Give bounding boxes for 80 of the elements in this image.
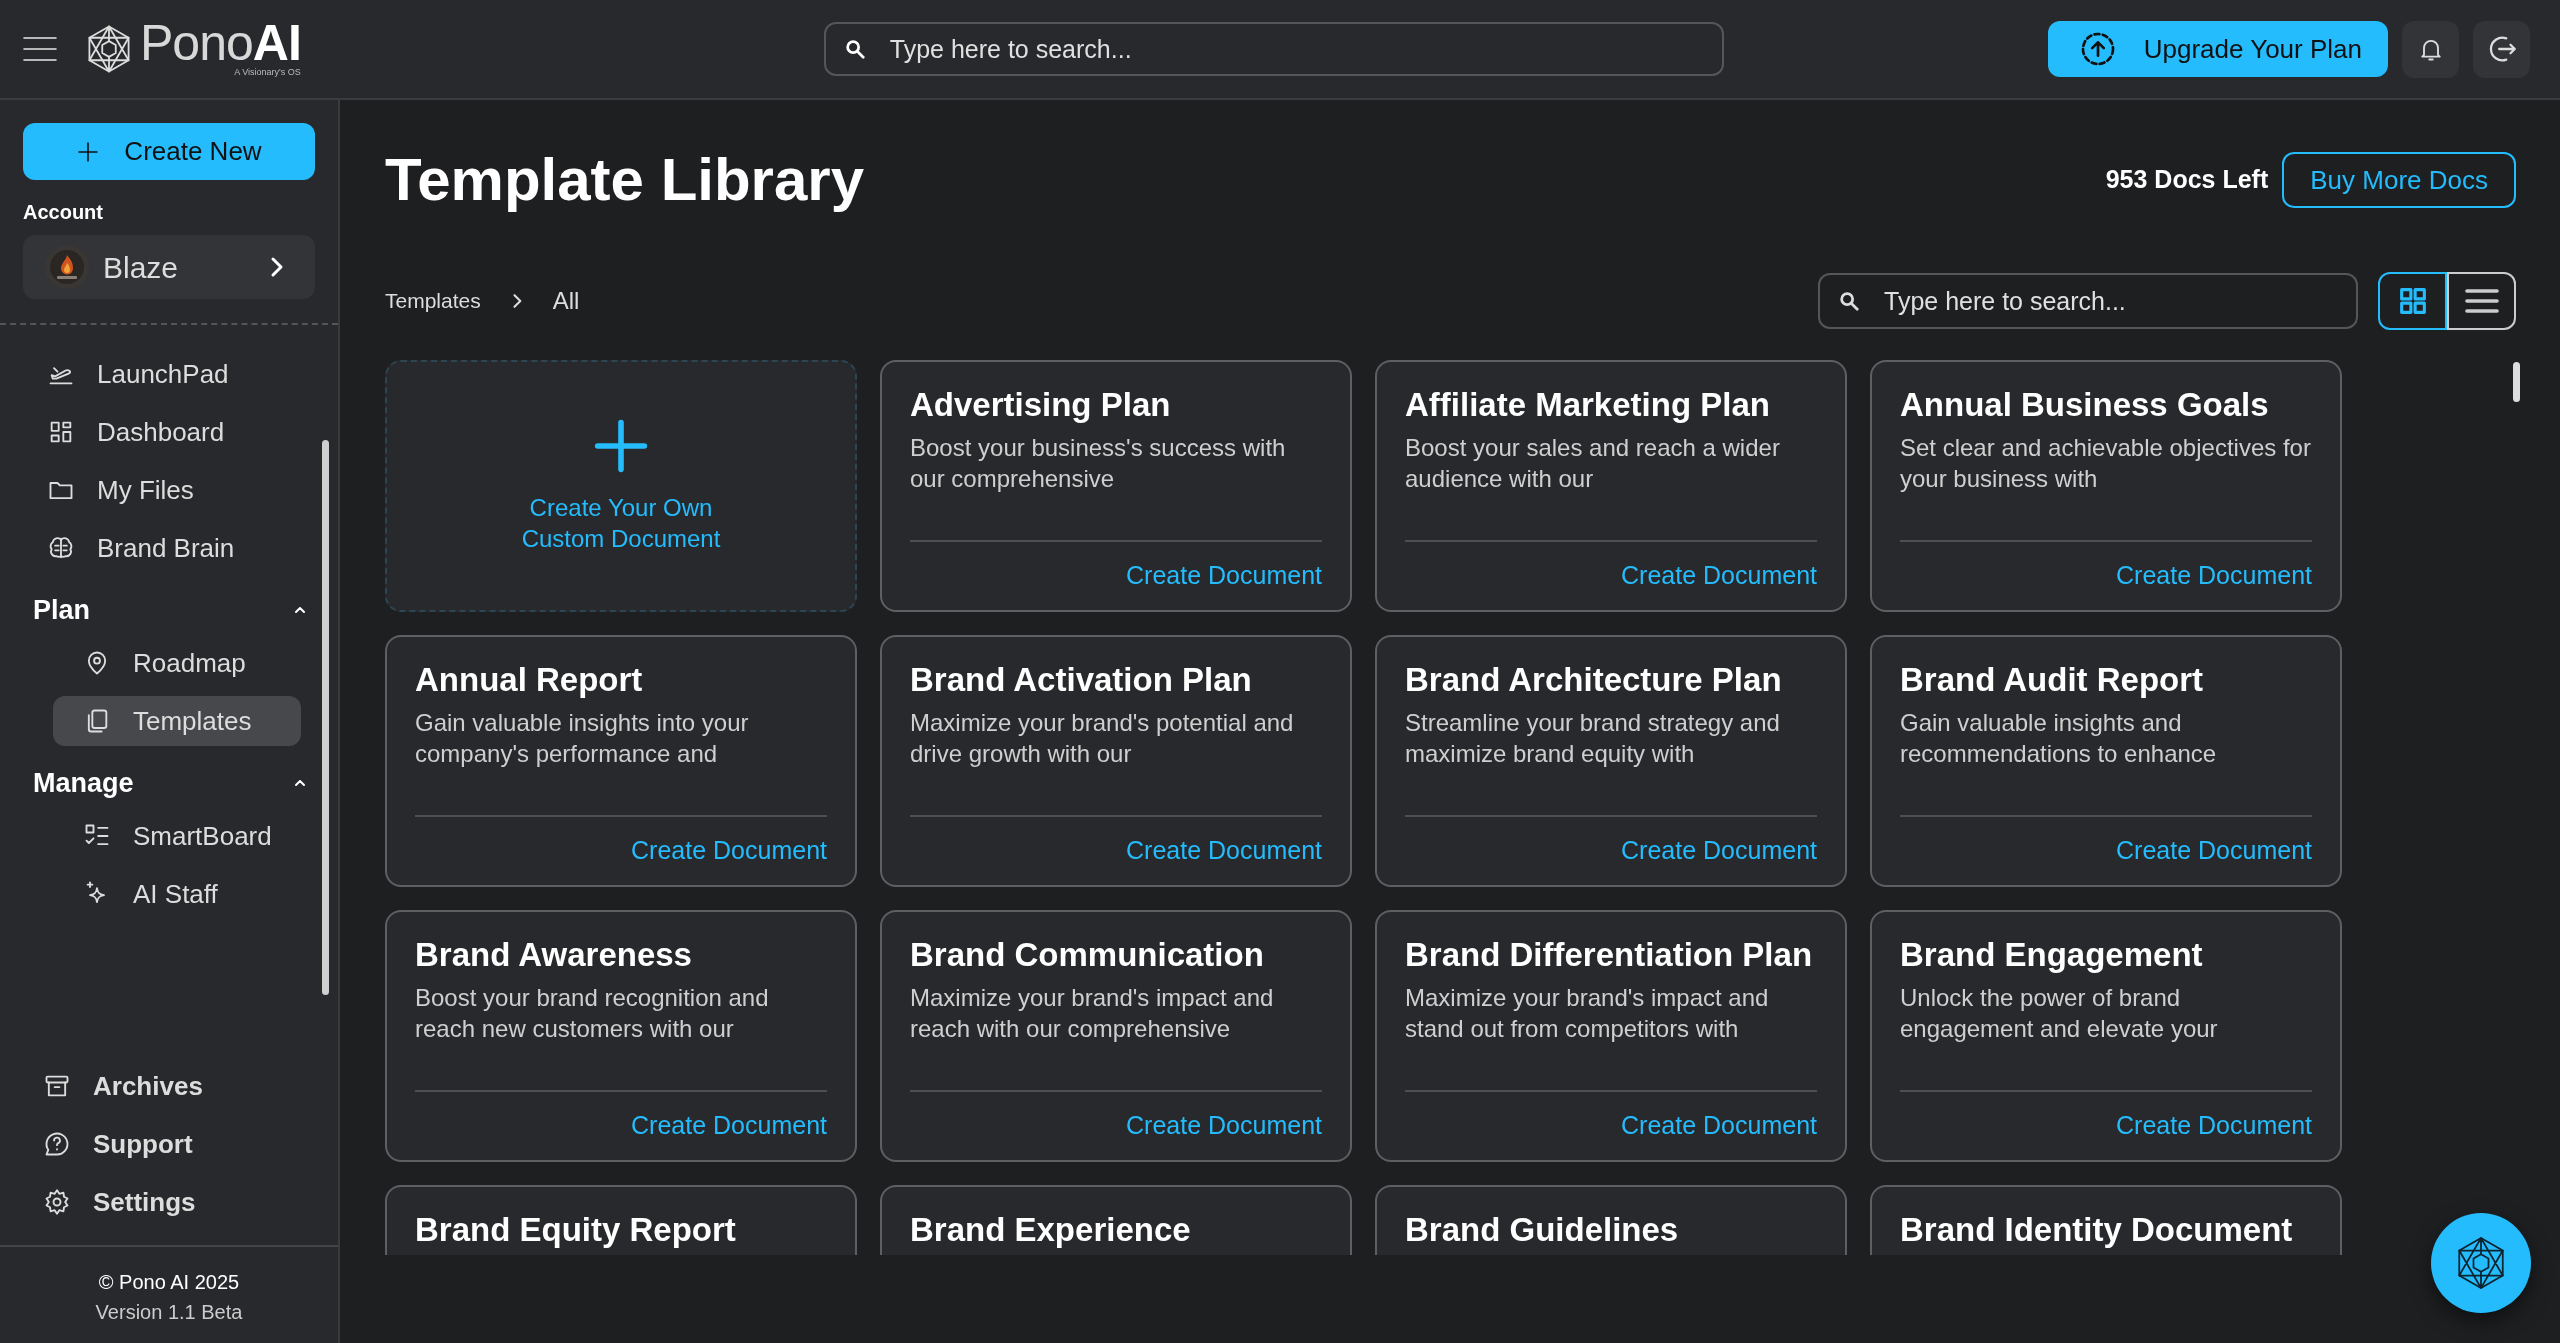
card-description: Set clear and achievable objectives for your business with xyxy=(1900,433,2312,494)
notifications-button[interactable] xyxy=(2402,20,2459,78)
card-description: Gain valuable insights into your company's performance and xyxy=(415,708,750,769)
card-description: Maximize your brand's impact and reach with our comprehensive xyxy=(910,983,1275,1044)
card-description: Maximize your brand's impact and stand out from competitors with xyxy=(1405,983,1770,1044)
search-icon xyxy=(843,38,866,60)
card-title: Brand Guidelines xyxy=(1405,1210,1680,1250)
settings-icon xyxy=(43,1188,71,1216)
card-description: Boost your brand recognition and reach new customers with our xyxy=(415,983,770,1044)
card-title: Affiliate Marketing Plan xyxy=(1405,385,1771,425)
menu-icon xyxy=(22,34,58,64)
create-document-link[interactable]: Create Document xyxy=(2116,557,2312,595)
sidebar-item[interactable]: LaunchPad xyxy=(23,349,295,399)
docs-left-text: 953 Docs Left xyxy=(2105,164,2269,196)
search-icon xyxy=(1838,290,1860,312)
account-selector[interactable]: Blaze xyxy=(23,235,315,299)
create-document-link[interactable]: Create Document xyxy=(2116,832,2312,870)
card-title: Brand Experience xyxy=(910,1210,1192,1250)
list-view-button[interactable] xyxy=(2447,272,2516,330)
page-title: Template Library xyxy=(385,145,865,215)
create-document-link[interactable]: Create Document xyxy=(1126,832,1322,870)
version-text: Version 1.1 Beta xyxy=(94,1300,244,1325)
card-title: Brand Audit Report xyxy=(1900,660,2205,700)
custom-document-card[interactable]: Create Your Own Custom Document xyxy=(385,360,857,612)
card-title: Brand Engagement xyxy=(1900,935,2204,975)
section-label: Manage xyxy=(33,766,134,800)
create-document-link[interactable]: Create Document xyxy=(2116,1107,2312,1145)
scrollbar-thumb[interactable] xyxy=(322,440,329,995)
create-document-link[interactable]: Create Document xyxy=(1621,557,1817,595)
section-label: Plan xyxy=(33,593,91,627)
scrollbar-thumb[interactable] xyxy=(2513,362,2520,402)
logout-button[interactable] xyxy=(2473,20,2530,78)
card-title: Brand Architecture Plan xyxy=(1405,660,1783,700)
sidebar-item[interactable]: Brand Brain xyxy=(23,523,295,573)
card-title: Annual Business Goals xyxy=(1900,385,2270,425)
create-document-link[interactable]: Create Document xyxy=(631,1107,827,1145)
card-description: Streamline your brand strategy and maximize brand equity with xyxy=(1405,708,1781,769)
plus-icon xyxy=(593,418,649,474)
sidebar-item[interactable]: Settings xyxy=(23,1177,295,1227)
plus-icon xyxy=(76,139,101,164)
buy-more-docs-button[interactable]: Buy More Docs xyxy=(2282,152,2516,208)
search-field[interactable]: Type here to search... xyxy=(1818,273,2358,329)
card-description: Maximize your brand's potential and drive growth with our xyxy=(910,708,1295,769)
search-field[interactable]: Type here to search... xyxy=(823,22,1724,76)
sidebar-item[interactable]: AI Staff xyxy=(53,869,301,919)
help-icon xyxy=(43,1130,71,1158)
card-description: Unlock the power of brand engagement and elevate your xyxy=(1900,983,2219,1044)
card-title: Brand Communication xyxy=(910,935,1265,975)
brand-name: PonoAI xyxy=(140,18,301,69)
upgrade-button[interactable]: Upgrade Your Plan xyxy=(2047,21,2388,77)
sidebar-item[interactable]: Roadmap xyxy=(53,638,301,688)
brand-tagline: A Visionary's OS xyxy=(233,66,301,80)
create-document-link[interactable]: Create Document xyxy=(631,832,827,870)
create-document-link[interactable]: Create Document xyxy=(1126,557,1322,595)
card-title: Advertising Plan xyxy=(910,385,1172,425)
create-document-link[interactable]: Create Document xyxy=(1621,1107,1817,1145)
sidebar-item[interactable]: My Files xyxy=(23,465,295,515)
section-label: Account xyxy=(23,200,104,225)
card-description: Gain valuable insights and recommendations to enhance xyxy=(1900,708,2218,769)
card-title: Brand Identity Document xyxy=(1900,1210,2294,1250)
card-description: Boost your sales and reach a wider audience with our xyxy=(1405,433,1781,494)
copyright-text: © Pono AI 2025 xyxy=(97,1270,241,1295)
sidebar-item[interactable]: Templates xyxy=(53,696,301,746)
breadcrumb-item: All xyxy=(552,286,580,316)
sidebar-item[interactable]: Archives xyxy=(23,1061,295,1111)
card-title: Brand Activation Plan xyxy=(910,660,1253,700)
card-title: Brand Awareness xyxy=(415,935,693,975)
create-document-link[interactable]: Create Document xyxy=(1621,832,1817,870)
card-title: Annual Report xyxy=(415,660,644,700)
card-label: Create Your Own Custom Document xyxy=(520,493,722,554)
sidebar-item[interactable]: SmartBoard xyxy=(53,811,301,861)
create-document-link[interactable]: Create Document xyxy=(1126,1107,1322,1145)
grid-view-button[interactable] xyxy=(2378,272,2447,330)
sidebar-item[interactable]: Dashboard xyxy=(23,407,295,457)
create-new-button[interactable]: Create New xyxy=(23,123,315,180)
breadcrumb-item[interactable]: Templates xyxy=(385,285,481,317)
card-title: Brand Differentiation Plan xyxy=(1405,935,1814,975)
sidebar-item[interactable]: Support xyxy=(23,1119,295,1169)
card-description: Boost your business's success with our comprehensive xyxy=(910,433,1287,494)
card-title: Brand Equity Report xyxy=(415,1210,737,1250)
